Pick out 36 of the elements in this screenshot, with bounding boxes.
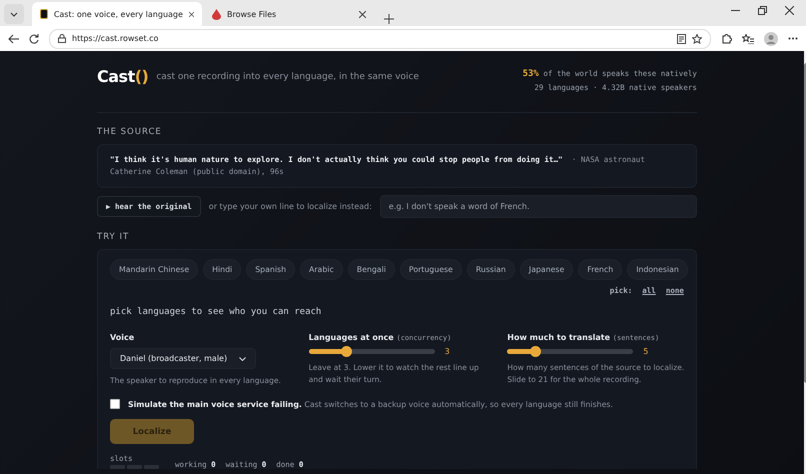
checkbox[interactable] [110, 399, 120, 409]
logo: Cast() [97, 67, 148, 86]
site-icon [40, 9, 48, 19]
lock-icon [58, 34, 66, 43]
drop-icon [212, 8, 221, 20]
voice-dropdown[interactable]: Daniel (broadcaster, male) [110, 348, 256, 369]
custom-line-label: or type your own line to localize instead: [208, 202, 372, 211]
custom-line-field[interactable]: e.g. I don't speak a word of French. [380, 195, 697, 218]
new-tab-icon[interactable] [384, 14, 394, 26]
favorites-icon[interactable] [742, 34, 754, 44]
voice-label: Voice [110, 333, 136, 342]
slider-value: 3 [444, 347, 450, 356]
slider-value: 5 [643, 347, 648, 356]
reach-message: pick languages to see who you can reach [110, 307, 322, 317]
address-bar[interactable]: https://cast.rowset.co [49, 28, 711, 48]
restore-icon[interactable] [758, 6, 767, 14]
star-icon[interactable] [692, 34, 702, 44]
tagline: cast one recording into every language, in the same voice [156, 72, 419, 82]
reload-icon[interactable] [29, 34, 39, 44]
chevron-icon [10, 12, 18, 16]
section-heading: THE SOURCE [97, 127, 163, 137]
slider[interactable] [507, 349, 634, 354]
puzzle-icon[interactable] [721, 33, 732, 44]
reader-icon[interactable] [677, 34, 686, 44]
close-icon[interactable] [188, 10, 194, 18]
browser-tab[interactable]: Cast: one voice, every language [32, 2, 202, 26]
browser-tab[interactable]: Browse Files [204, 2, 374, 26]
chevron-icon [239, 356, 246, 360]
close-icon[interactable] [785, 6, 794, 14]
slider[interactable] [308, 349, 435, 354]
section-heading: TRY IT [97, 232, 130, 242]
close-icon[interactable] [359, 10, 366, 18]
tab-list-button[interactable] [4, 4, 24, 24]
avatar-icon[interactable] [764, 32, 778, 46]
more-icon[interactable] [788, 37, 798, 40]
back-icon[interactable] [8, 34, 19, 44]
